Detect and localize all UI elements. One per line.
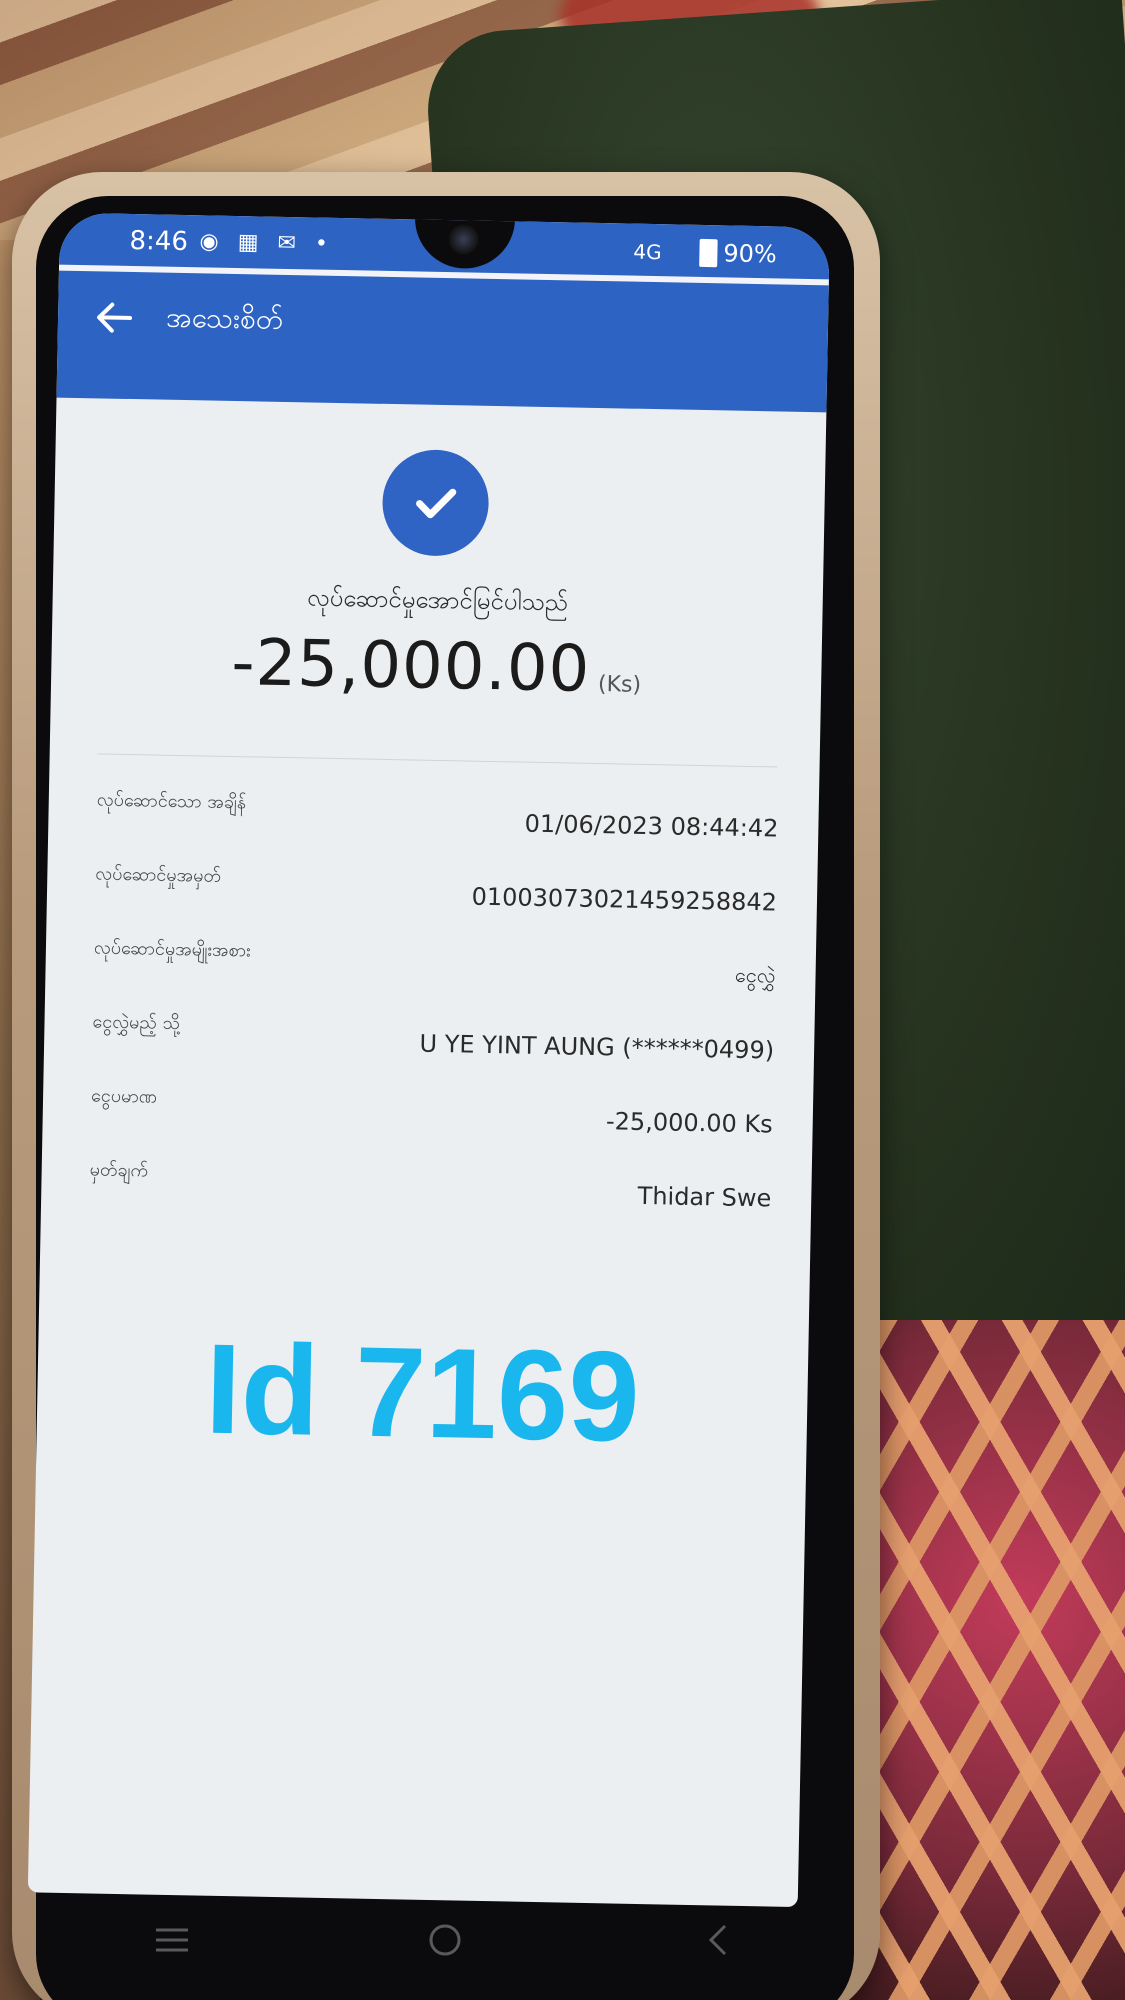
detail-value: ငွေလွှဲ xyxy=(734,962,776,988)
page-title: အသေးစိတ် xyxy=(165,300,284,336)
photo-scene: 8:46 ◉ ▦ ✉ • 4G 90% အသေးစိတ် လုပ်ဆောင်မှ… xyxy=(0,0,1125,2000)
detail-value: Thidar Swe xyxy=(637,1181,772,1213)
overlay-id-text: Id 7169 xyxy=(204,1317,641,1469)
home-icon[interactable] xyxy=(415,1910,475,1970)
status-divider xyxy=(58,264,829,286)
transaction-details: လုပ်ဆောင်သော အချိန် 01/06/2023 08:44:42 … xyxy=(41,783,819,1242)
system-nav-bar xyxy=(36,1880,854,2000)
back-icon[interactable] xyxy=(688,1910,748,1970)
background-basket xyxy=(840,1320,1125,2000)
camera-notch xyxy=(414,212,516,270)
battery-level: 90% xyxy=(723,239,778,269)
success-badge xyxy=(381,448,490,557)
detail-label: မှတ်ချက် xyxy=(89,1159,149,1182)
detail-value: U YE YINT AUNG (******0499) xyxy=(419,1029,775,1065)
detail-value: 01003073021459258842 xyxy=(471,882,778,917)
detail-row-note: မှတ်ချက် Thidar Swe xyxy=(41,1152,812,1241)
divider xyxy=(97,753,778,768)
detail-label: လုပ်ဆောင်သော အချိန် xyxy=(96,789,247,814)
amount-value: -25,000.00 xyxy=(230,625,591,707)
arrow-left-icon[interactable] xyxy=(92,295,137,340)
success-message: လုပ်ဆောင်မှုအောင်မြင်ပါသည် xyxy=(306,583,569,617)
detail-value: 01/06/2023 08:44:42 xyxy=(524,809,779,843)
detail-label: ငွေလွှဲမည့် သို့ xyxy=(92,1011,181,1035)
detail-value: -25,000.00 Ks xyxy=(605,1107,773,1139)
amount-display: -25,000.00 (Ks) xyxy=(51,623,822,712)
amount-currency: (Ks) xyxy=(597,672,642,698)
phone-screen: 8:46 ◉ ▦ ✉ • 4G 90% အသေးစိတ် လုပ်ဆောင်မှ… xyxy=(27,212,830,1908)
menu-icon[interactable] xyxy=(142,1910,202,1970)
notification-icons: ◉ ▦ ✉ • xyxy=(199,229,335,257)
check-icon xyxy=(416,488,457,519)
detail-label: လုပ်ဆောင်မှုအမျိုးအစား xyxy=(93,937,251,962)
status-time: 8:46 xyxy=(129,225,189,258)
network-indicator: 4G xyxy=(633,239,662,265)
battery-icon xyxy=(699,238,718,268)
camera-icon xyxy=(448,224,479,255)
detail-label: လုပ်ဆောင်မှုအမှတ် xyxy=(95,863,222,887)
detail-label: ငွေပမာဏ xyxy=(90,1085,158,1108)
app-header: 8:46 ◉ ▦ ✉ • 4G 90% အသေးစိတ် xyxy=(56,212,830,413)
